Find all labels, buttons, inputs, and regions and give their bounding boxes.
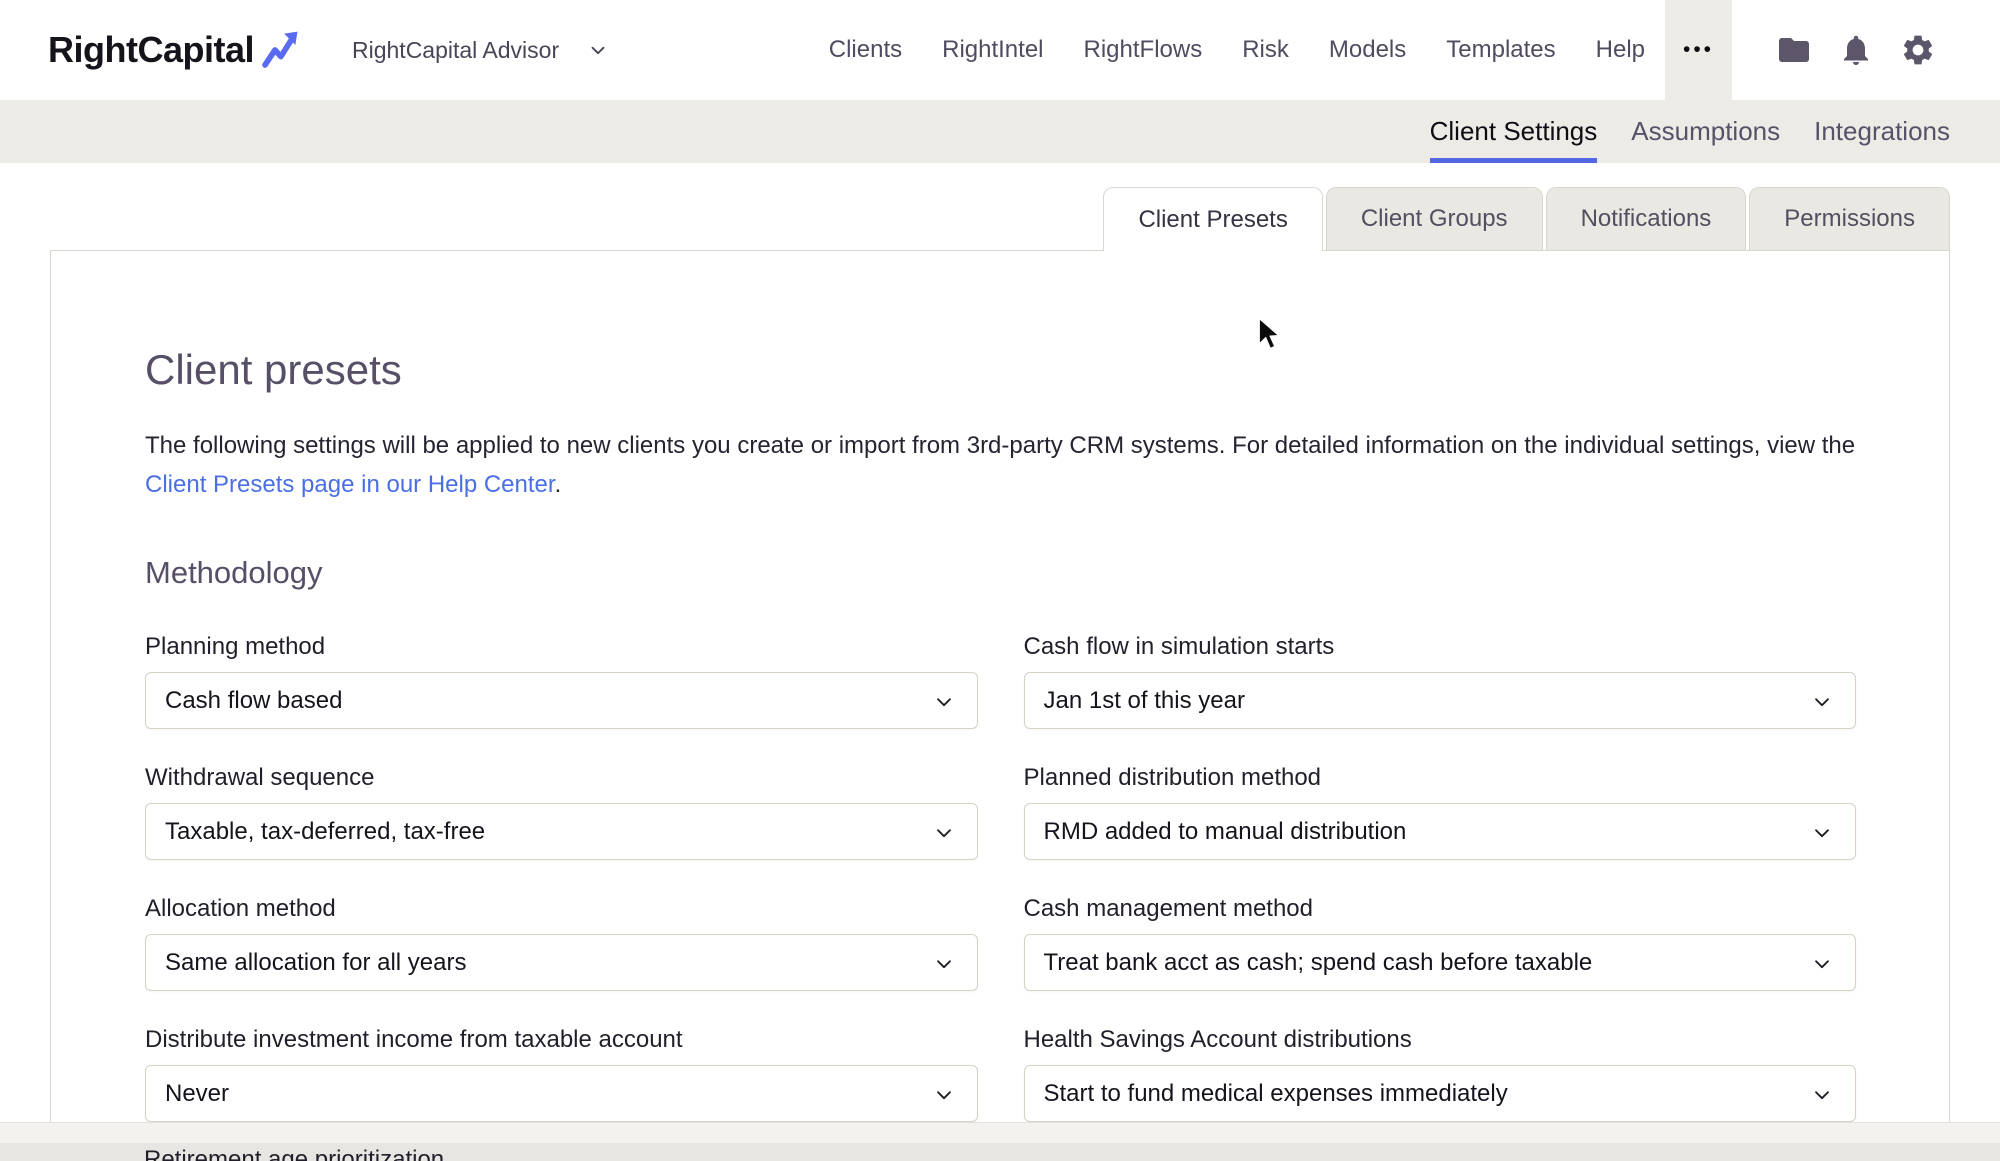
page-title: Client presets [145,346,1856,394]
field-label: Cash flow in simulation starts [1024,633,1857,661]
field-label: Planned distribution method [1024,764,1857,792]
ellipsis-icon: ••• [1683,38,1714,62]
field-hsa-distributions: Health Savings Account distributions Sta… [1024,1026,1857,1122]
allocation-method-select[interactable]: Same allocation for all years [145,934,978,991]
tab-notifications[interactable]: Notifications [1546,187,1747,250]
topbar-icon-group [1776,32,2000,68]
logo-chart-arrow-icon [260,28,300,72]
selected-value: Same allocation for all years [165,949,466,977]
chevron-down-icon [1811,1084,1833,1106]
rightcapital-logo[interactable]: RightCapital [48,29,254,71]
settings-subnav: Client Settings Assumptions Integrations [0,100,2000,163]
gear-icon [1900,32,1936,68]
folder-icon [1776,32,1812,68]
tab-client-groups[interactable]: Client Groups [1326,187,1543,250]
bottom-cut-strip: Retirement age prioritization [0,1143,2000,1161]
withdrawal-sequence-select[interactable]: Taxable, tax-deferred, tax-free [145,803,978,860]
primary-nav: Clients RightIntel RightFlows Risk Model… [829,0,2000,100]
nav-item-templates[interactable]: Templates [1446,36,1555,64]
field-cash-management-method: Cash management method Treat bank acct a… [1024,895,1857,991]
field-distribute-investment-income: Distribute investment income from taxabl… [145,1026,978,1122]
workspace-label: RightCapital Advisor [352,37,559,64]
field-label: Planning method [145,633,978,661]
planning-method-select[interactable]: Cash flow based [145,672,978,729]
hsa-distributions-select[interactable]: Start to fund medical expenses immediate… [1024,1065,1857,1122]
tab-permissions[interactable]: Permissions [1749,187,1950,250]
chevron-down-icon [1811,691,1833,713]
selected-value: Jan 1st of this year [1044,687,1245,715]
field-planning-method: Planning method Cash flow based [145,633,978,729]
methodology-section-title: Methodology [145,554,1856,592]
nav-item-models[interactable]: Models [1329,36,1406,64]
field-withdrawal-sequence: Withdrawal sequence Taxable, tax-deferre… [145,764,978,860]
field-allocation-method: Allocation method Same allocation for al… [145,895,978,991]
nav-item-rightflows[interactable]: RightFlows [1084,36,1203,64]
distribute-investment-income-select[interactable]: Never [145,1065,978,1122]
chevron-down-icon [587,39,609,61]
field-planned-distribution-method: Planned distribution method RMD added to… [1024,764,1857,860]
chevron-down-icon [933,953,955,975]
notifications-button[interactable] [1838,32,1874,68]
next-field-label-partial: Retirement age prioritization [144,1146,444,1161]
intro-paragraph: The following settings will be applied t… [145,426,1856,504]
top-navigation-bar: RightCapital RightCapital Advisor Client… [0,0,2000,100]
field-cash-flow-simulation-starts: Cash flow in simulation starts Jan 1st o… [1024,633,1857,729]
cash-flow-simulation-starts-select[interactable]: Jan 1st of this year [1024,672,1857,729]
field-label: Withdrawal sequence [145,764,978,792]
chevron-down-icon [1811,822,1833,844]
bottom-scroll-band [0,1122,2000,1143]
cash-management-method-select[interactable]: Treat bank acct as cash; spend cash befo… [1024,934,1857,991]
intro-suffix: . [555,471,562,498]
field-label: Cash management method [1024,895,1857,923]
field-label: Distribute investment income from taxabl… [145,1026,978,1054]
nav-item-clients[interactable]: Clients [829,36,902,64]
selected-value: RMD added to manual distribution [1044,818,1407,846]
workspace-selector[interactable]: RightCapital Advisor [352,37,609,64]
folder-button[interactable] [1776,32,1812,68]
planned-distribution-method-select[interactable]: RMD added to manual distribution [1024,803,1857,860]
client-settings-tabs: Client Presets Client Groups Notificatio… [1103,187,1950,250]
field-label: Health Savings Account distributions [1024,1026,1857,1054]
subnav-item-assumptions[interactable]: Assumptions [1631,100,1780,163]
bell-icon [1838,32,1874,68]
client-presets-panel: Client presets The following settings wi… [50,250,1950,1161]
methodology-form: Planning method Cash flow based Cash flo… [145,633,1856,1122]
intro-text: The following settings will be applied t… [145,432,1855,459]
selected-value: Never [165,1080,229,1108]
subnav-item-integrations[interactable]: Integrations [1814,100,1950,163]
chevron-down-icon [1811,953,1833,975]
tab-client-presets[interactable]: Client Presets [1103,187,1322,251]
nav-item-rightintel[interactable]: RightIntel [942,36,1043,64]
help-center-link[interactable]: Client Presets page in our Help Center [145,471,555,498]
nav-item-help[interactable]: Help [1596,36,1645,64]
chevron-down-icon [933,691,955,713]
selected-value: Treat bank acct as cash; spend cash befo… [1044,949,1593,977]
selected-value: Start to fund medical expenses immediate… [1044,1080,1508,1108]
more-menu-button[interactable]: ••• [1665,0,1732,100]
field-label: Allocation method [145,895,978,923]
chevron-down-icon [933,822,955,844]
subnav-item-client-settings[interactable]: Client Settings [1430,100,1598,163]
selected-value: Cash flow based [165,687,342,715]
nav-item-risk[interactable]: Risk [1242,36,1289,64]
selected-value: Taxable, tax-deferred, tax-free [165,818,485,846]
brand: RightCapital RightCapital Advisor [48,28,609,72]
settings-button[interactable] [1900,32,1936,68]
chevron-down-icon [933,1084,955,1106]
